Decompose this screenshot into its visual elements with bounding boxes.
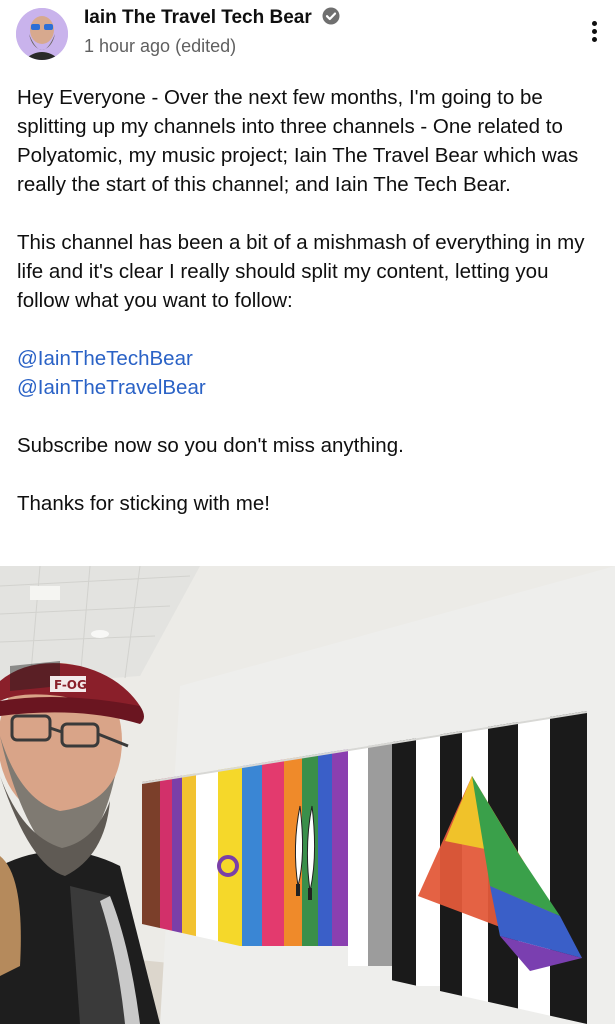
post-paragraph-2: This channel has been a bit of a mishmas… — [17, 231, 585, 312]
link-travel-bear[interactable]: @IainTheTravelBear — [17, 373, 602, 402]
channel-links: @IainTheTechBear @IainTheTravelBear — [17, 344, 602, 402]
avatar-image — [16, 8, 68, 60]
author-name[interactable]: Iain The Travel Tech Bear — [84, 6, 341, 29]
post-paragraph-1: Hey Everyone - Over the next few months,… — [17, 86, 579, 196]
cap-logo-text: F-OG — [54, 678, 87, 692]
post-paragraph-3: Subscribe now so you don't miss anything… — [17, 434, 404, 457]
post-image[interactable]: ? F-OG — [0, 565, 615, 1024]
author-avatar[interactable] — [16, 8, 68, 60]
more-vert-icon[interactable] — [578, 18, 610, 52]
link-tech-bear[interactable]: @IainTheTechBear — [17, 344, 602, 373]
post-paragraph-4: Thanks for sticking with me! — [17, 492, 270, 515]
post-timestamp: 1 hour ago (edited) — [84, 36, 237, 56]
post-header: Iain The Travel Tech Bear 1 hour ago (ed… — [0, 0, 615, 70]
author-name-text: Iain The Travel Tech Bear — [84, 7, 312, 28]
post-body: Hey Everyone - Over the next few months,… — [17, 83, 602, 547]
verified-badge-icon — [322, 7, 340, 25]
post-photo: ? F-OG — [0, 565, 615, 1024]
svg-text:?: ? — [201, 817, 218, 852]
